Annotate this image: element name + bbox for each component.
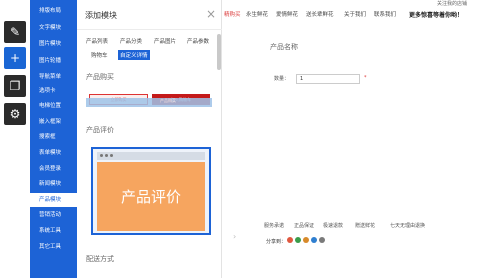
footer-link[interactable]: 服务承诺 [264,222,284,229]
eval-preview-bar [97,152,205,160]
eval-preview-body: 产品评价 [97,162,205,231]
nav-link-buy[interactable]: 精购买 [224,10,241,18]
module-category-item[interactable]: 图片模块 [30,37,77,51]
nav-link-about[interactable]: 关于我们 [344,10,366,18]
close-icon[interactable]: × [206,7,216,21]
module-category-item[interactable]: 嵌入框架 [30,115,77,129]
module-category-item[interactable]: 选项卡 [30,84,77,98]
share-more-icon[interactable] [319,237,325,243]
edit-icon[interactable]: ✎ [4,21,26,43]
window-dot-icon [110,154,113,157]
share-qzone-icon[interactable] [303,237,309,243]
nav-link-elder-flowers[interactable]: 送长辈鲜花 [306,10,334,18]
tab-product-params[interactable]: 产品参数 [187,37,209,45]
tab-custom-detail[interactable]: 自定义详情 [118,50,150,60]
add-icon[interactable]: + [4,47,26,69]
nav-link-eternal-flowers[interactable]: 永生鲜花 [246,10,268,18]
tab-cart[interactable]: 购物车 [91,51,108,59]
panel-scrollbar[interactable] [217,34,221,70]
module-category-item[interactable]: 其它工具 [30,240,77,254]
section-title-buy: 产品购买 [86,73,114,81]
pages-icon[interactable]: ❐ [4,75,26,97]
nav-link-love-flowers[interactable]: 爱情鲜花 [276,10,298,18]
module-category-item[interactable]: 营销活动 [30,208,77,222]
quantity-label: 数量： [274,76,290,82]
follow-store-link[interactable]: 关注我的店铺 [437,0,467,7]
add-module-panel: 添加模块 × 产品列表 产品分类 产品图片 产品参数 购物车 自定义详情 产品购… [77,0,222,278]
tab-product-image[interactable]: 产品图片 [154,37,176,45]
section-title-eval: 产品评价 [86,126,114,134]
drag-highlight-label: 产品购买 [160,98,176,103]
chevron-right-icon[interactable]: › [233,232,236,241]
module-category-item[interactable]: 系统工具 [30,224,77,238]
product-name: 产品名称 [270,43,298,51]
footer-link[interactable]: 赠送鲜花 [355,222,375,229]
module-category-nav: 排版布局 文字模块 图片模块 图片轮播 导航菜单 选项卡 电梯位置 嵌入框架 搜… [30,0,77,278]
section-title-shipping: 配送方式 [86,255,114,263]
share-wechat-icon[interactable] [295,237,301,243]
site-slogan: 更多惊喜等着你哟！ [409,12,464,19]
share-qq-icon[interactable] [311,237,317,243]
share-label: 分享到： [266,239,287,245]
share-weibo-icon[interactable] [287,237,293,243]
module-category-item[interactable]: 会员登录 [30,162,77,176]
footer-link[interactable]: 七天无理由退换 [390,222,425,229]
window-dot-icon [105,154,108,157]
module-category-item[interactable]: 导航菜单 [30,70,77,84]
nav-link-contact[interactable]: 联系我们 [374,10,396,18]
footer-link[interactable]: 正品保证 [294,222,314,229]
tab-product-list[interactable]: 产品列表 [86,37,108,45]
window-dot-icon [100,154,103,157]
required-mark: * [364,75,367,81]
module-category-item[interactable]: 图片轮播 [30,54,77,68]
product-eval-module[interactable]: 产品评价 [91,147,211,235]
module-category-item[interactable]: 文字模块 [30,21,77,35]
module-category-item[interactable]: 新闻模块 [30,177,77,191]
editor-toolbar: ✎ + ❐ ⚙ [0,0,30,278]
panel-title: 添加模块 [85,11,117,20]
editor-root: 精购买 永生鲜花 爱情鲜花 送长辈鲜花 关于我们 联系我们 关注我的店铺 更多惊… [0,0,500,278]
panel-header: 添加模块 × [77,0,222,30]
module-category-item[interactable]: 搜索框 [30,130,77,144]
module-category-item[interactable]: 电梯位置 [30,99,77,113]
drag-highlight: 产品购买 [86,98,212,107]
module-category-item[interactable]: 排版布局 [30,4,77,18]
quantity-input[interactable]: 1 [296,74,360,84]
tab-product-category[interactable]: 产品分类 [120,37,142,45]
module-category-item[interactable]: 表单模块 [30,146,77,160]
footer-link[interactable]: 极速退款 [323,222,343,229]
gear-icon[interactable]: ⚙ [4,103,26,125]
module-category-item-product[interactable]: 产品模块 [30,193,77,207]
